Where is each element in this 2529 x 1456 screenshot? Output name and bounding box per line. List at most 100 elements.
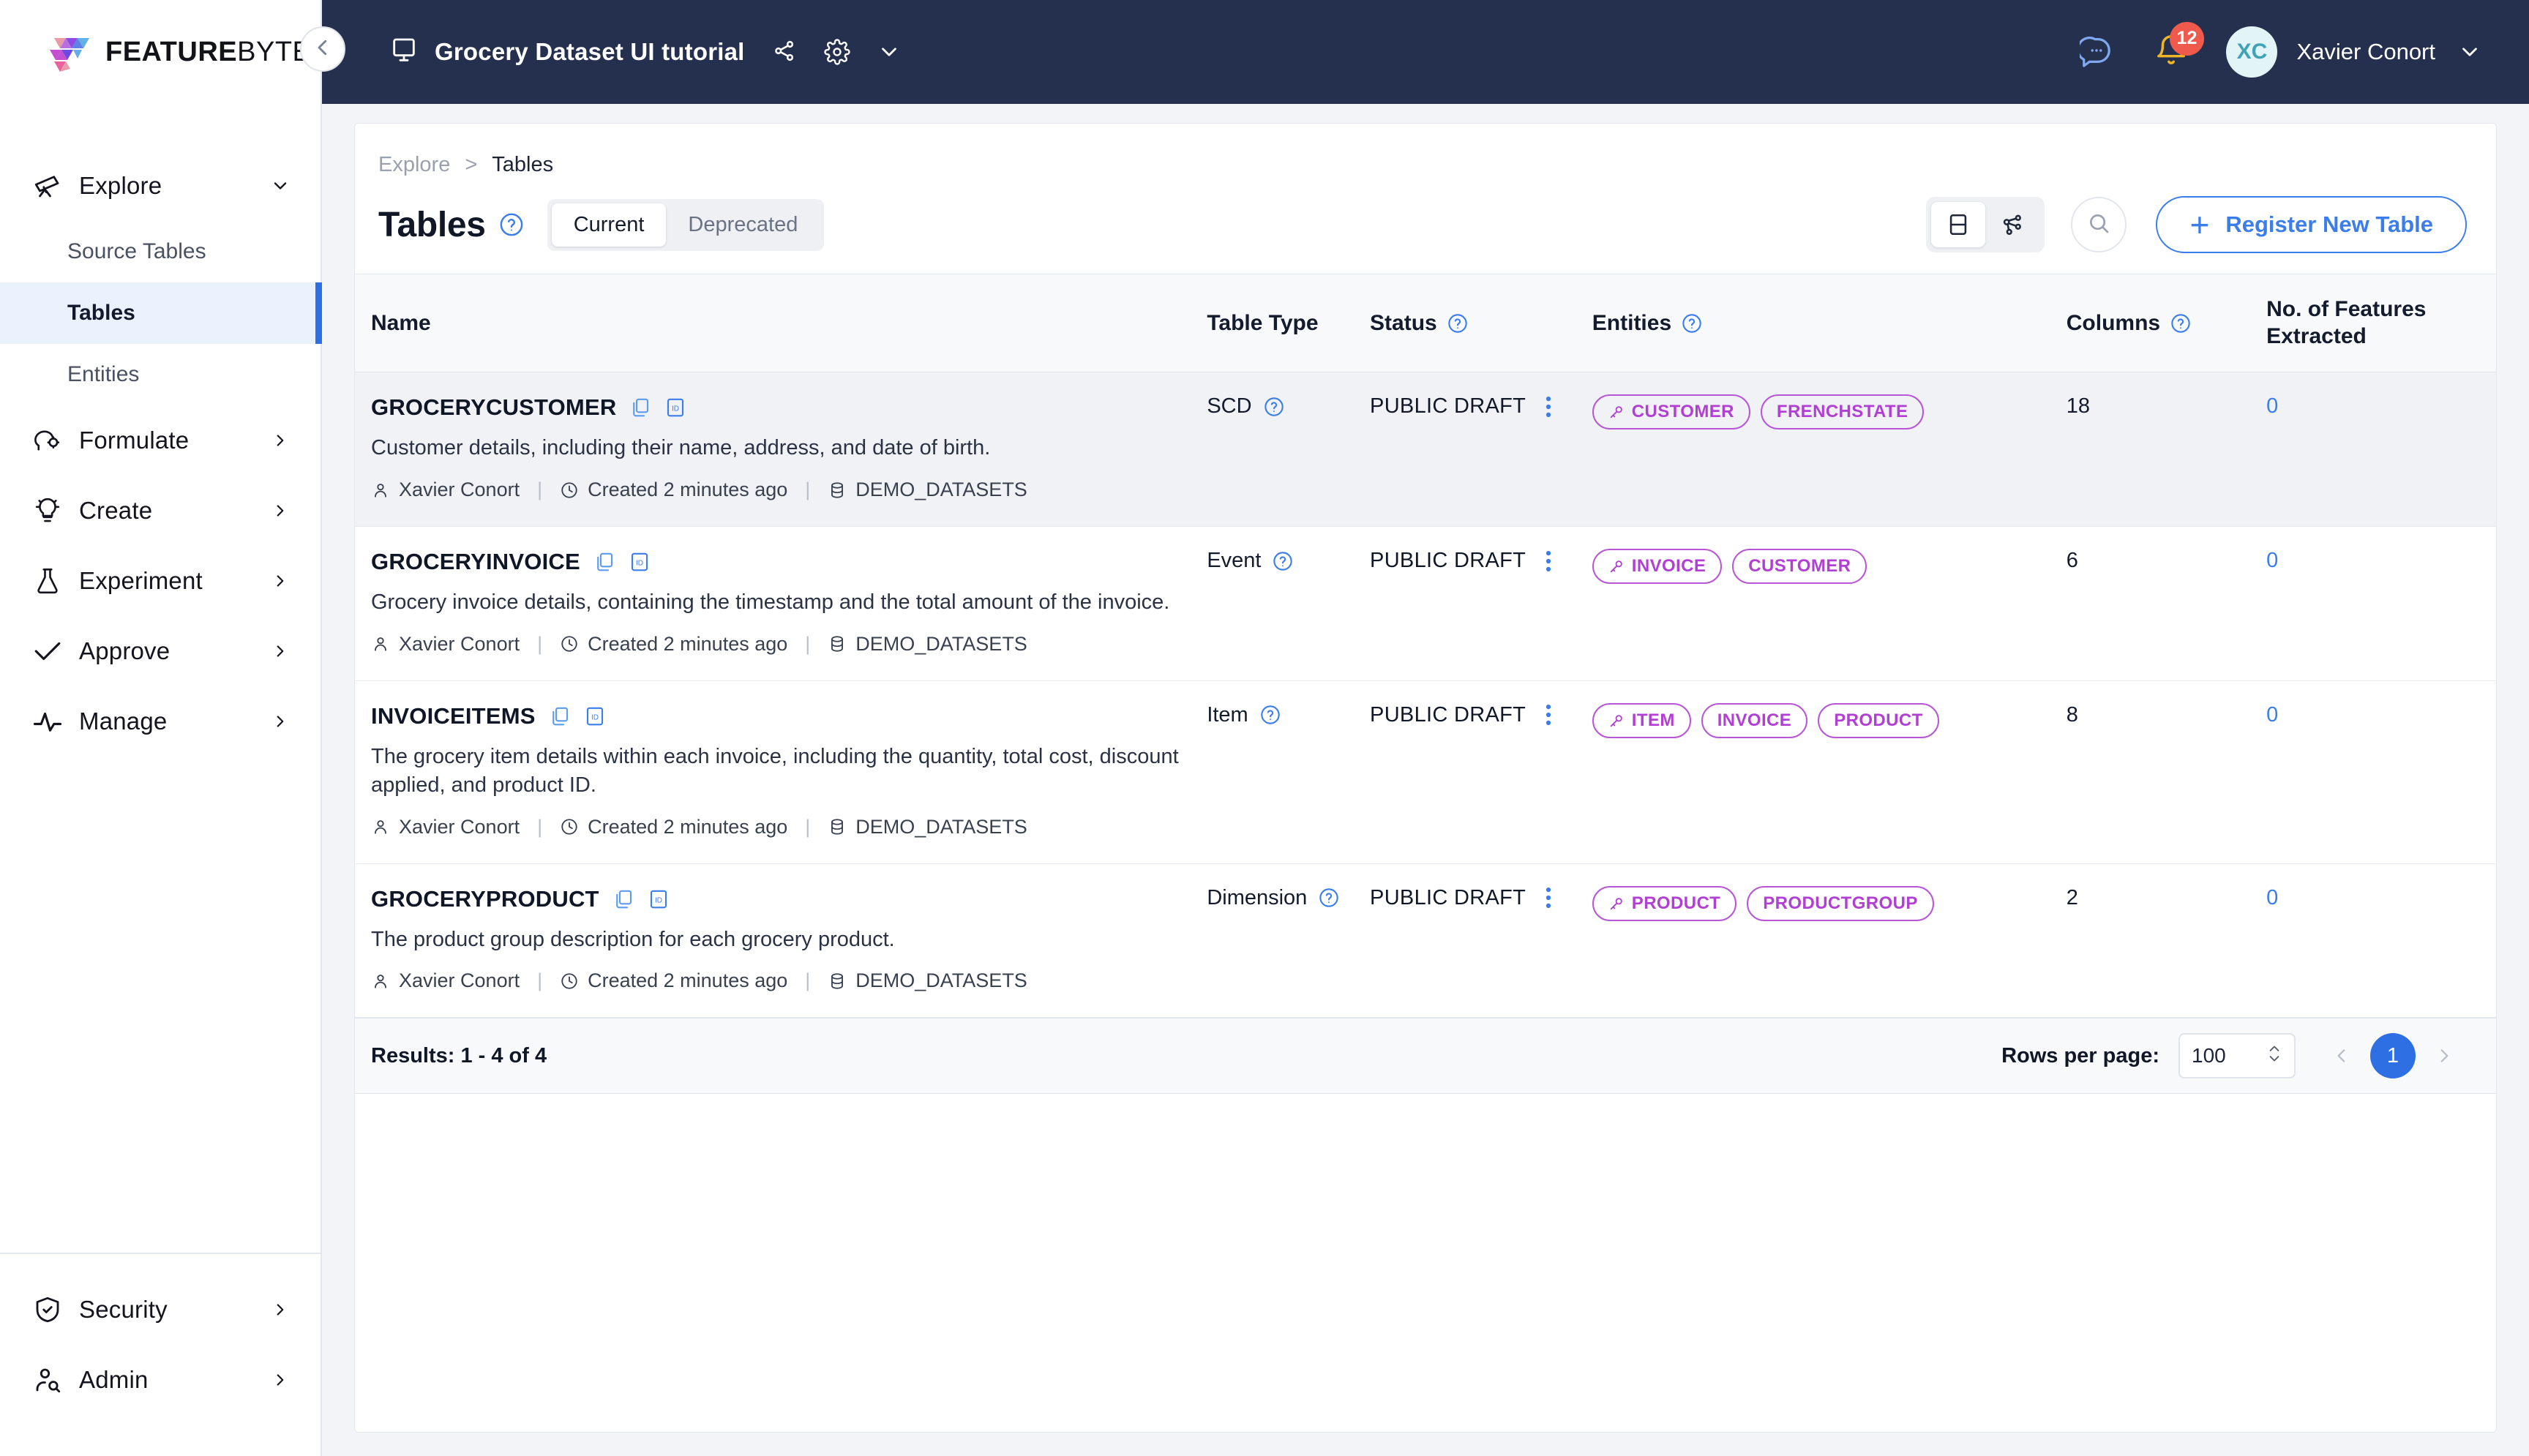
- meta-divider: |: [805, 969, 811, 992]
- id-icon[interactable]: ID: [648, 888, 670, 910]
- column-header-status[interactable]: Status: [1370, 273, 1592, 373]
- help-circle-icon[interactable]: [1264, 397, 1284, 417]
- table-name[interactable]: INVOICEITEMS: [371, 703, 536, 729]
- notifications-button[interactable]: 12: [2154, 21, 2205, 71]
- register-new-table-button[interactable]: + Register New Table: [2156, 196, 2467, 253]
- column-header-columns[interactable]: Columns: [2066, 273, 2267, 373]
- table-row[interactable]: GROCERYINVOICE ID Grocery invoice detail…: [355, 527, 2496, 681]
- bell-icon: [2154, 34, 2188, 70]
- rows-per-page-select[interactable]: 100: [2178, 1033, 2296, 1079]
- cell-name: GROCERYINVOICE ID Grocery invoice detail…: [355, 527, 1207, 681]
- kebab-menu-icon[interactable]: [1540, 887, 1556, 909]
- entity-chip[interactable]: PRODUCT: [1592, 885, 1737, 921]
- avatar[interactable]: XC: [2226, 26, 2278, 78]
- entity-chip[interactable]: INVOICE: [1701, 702, 1808, 738]
- id-icon[interactable]: ID: [629, 551, 651, 573]
- copy-icon[interactable]: [549, 705, 571, 727]
- sidebar-item-experiment[interactable]: Experiment: [0, 546, 321, 616]
- status-badge: PUBLIC DRAFT: [1370, 394, 1526, 419]
- sidebar-item-tables[interactable]: Tables: [0, 282, 322, 344]
- kebab-menu-icon[interactable]: [1540, 704, 1556, 726]
- table-name[interactable]: GROCERYCUSTOMER: [371, 394, 616, 421]
- chevron-down-icon[interactable]: [877, 40, 902, 64]
- sidebar-collapse-button[interactable]: [300, 26, 345, 72]
- brand-logo[interactable]: FEATUREBYTE: [0, 0, 321, 104]
- features-extracted-count[interactable]: 0: [2266, 549, 2278, 572]
- share-icon[interactable]: [771, 39, 798, 65]
- entity-chip[interactable]: PRODUCTGROUP: [1747, 885, 1934, 921]
- entity-chip[interactable]: CUSTOMER: [1732, 549, 1867, 585]
- sidebar-item-admin[interactable]: Admin: [0, 1345, 321, 1415]
- cell-features-extracted: 0: [2266, 863, 2496, 1018]
- help-circle-icon[interactable]: [499, 212, 524, 237]
- cell-entities: CUSTOMER FRENCHSTATE: [1592, 372, 2067, 527]
- features-extracted-count[interactable]: 0: [2266, 394, 2278, 418]
- help-circle-icon[interactable]: [1447, 313, 1468, 334]
- features-extracted-count[interactable]: 0: [2266, 886, 2278, 909]
- table-row[interactable]: INVOICEITEMS ID The grocery item details…: [355, 680, 2496, 864]
- entity-chip[interactable]: PRODUCT: [1818, 702, 1939, 738]
- copy-icon[interactable]: [629, 397, 651, 419]
- sidebar-item-formulate[interactable]: Formulate: [0, 405, 321, 476]
- graph-view-icon[interactable]: [1985, 202, 2039, 247]
- help-circle-icon[interactable]: [1319, 888, 1339, 908]
- created-text: Created 2 minutes ago: [588, 479, 788, 501]
- column-header-name[interactable]: Name: [355, 273, 1207, 373]
- column-header-features-extracted[interactable]: No. of Features Extracted: [2266, 273, 2496, 373]
- copy-icon[interactable]: [612, 888, 634, 910]
- tab-current[interactable]: Current: [551, 203, 667, 247]
- breadcrumb-parent[interactable]: Explore: [378, 153, 450, 177]
- meta-datasource: DEMO_DATASETS: [828, 816, 1027, 838]
- table-row[interactable]: GROCERYPRODUCT ID The product group desc…: [355, 863, 2496, 1018]
- chat-icon[interactable]: [2077, 34, 2113, 71]
- features-extracted-count[interactable]: 0: [2266, 703, 2278, 727]
- entity-label: FRENCHSTATE: [1776, 402, 1908, 422]
- help-circle-icon[interactable]: [1273, 551, 1293, 571]
- sidebar-item-manage[interactable]: Manage: [0, 686, 321, 757]
- sidebar-item-label: Experiment: [79, 567, 203, 594]
- sidebar-item-source-tables[interactable]: Source Tables: [0, 221, 321, 282]
- entity-chip[interactable]: FRENCHSTATE: [1760, 394, 1925, 430]
- column-header-entities[interactable]: Entities: [1592, 273, 2067, 373]
- copy-icon[interactable]: [593, 551, 615, 573]
- meta-datasource: DEMO_DATASETS: [828, 479, 1027, 501]
- table-row[interactable]: GROCERYCUSTOMER ID Customer details, inc…: [355, 372, 2496, 527]
- help-circle-icon[interactable]: [1260, 705, 1281, 725]
- search-icon: [2086, 211, 2111, 239]
- tab-deprecated[interactable]: Deprecated: [666, 203, 820, 247]
- datasource-name: DEMO_DATASETS: [855, 969, 1027, 992]
- entity-chip[interactable]: INVOICE: [1592, 549, 1723, 585]
- column-header-table-type[interactable]: Table Type: [1207, 273, 1371, 373]
- tables-panel: Explore > Tables Tables Current Deprecat…: [354, 123, 2497, 1433]
- chevron-left-icon: [312, 37, 334, 62]
- sidebar-item-security[interactable]: Security: [0, 1275, 321, 1345]
- entity-chip[interactable]: ITEM: [1592, 702, 1691, 738]
- kebab-menu-icon[interactable]: [1540, 396, 1556, 418]
- user-name: Xavier Conort: [2296, 39, 2435, 64]
- table-type-value: SCD: [1207, 394, 1252, 419]
- sidebar-item-explore[interactable]: Explore: [0, 151, 321, 221]
- search-button[interactable]: [2071, 197, 2127, 252]
- table-meta: Xavier Conort | Created 2 minutes ago |: [371, 969, 1207, 992]
- entity-chip[interactable]: CUSTOMER: [1592, 394, 1750, 430]
- table-name[interactable]: GROCERYINVOICE: [371, 549, 580, 575]
- table-view-icon[interactable]: [1931, 202, 1986, 247]
- next-page-button[interactable]: [2421, 1033, 2467, 1078]
- gear-icon[interactable]: [823, 39, 850, 65]
- help-circle-icon[interactable]: [1682, 313, 1702, 334]
- sidebar-item-approve[interactable]: Approve: [0, 616, 321, 686]
- id-icon[interactable]: ID: [664, 397, 686, 419]
- tables-list: Name Table Type Status Entities Columns …: [355, 273, 2496, 1018]
- id-icon[interactable]: ID: [584, 705, 606, 727]
- prev-page-button[interactable]: [2319, 1033, 2364, 1078]
- chevron-down-icon[interactable]: [2457, 40, 2482, 64]
- table-name[interactable]: GROCERYPRODUCT: [371, 886, 599, 912]
- page-number-button[interactable]: 1: [2370, 1033, 2416, 1079]
- sidebar-item-create[interactable]: Create: [0, 476, 321, 546]
- meta-created: Created 2 minutes ago: [560, 633, 787, 656]
- sidebar-item-entities[interactable]: Entities: [0, 344, 321, 405]
- kebab-menu-icon[interactable]: [1540, 550, 1556, 572]
- meta-datasource: DEMO_DATASETS: [828, 633, 1027, 656]
- breadcrumb-current: Tables: [492, 153, 554, 176]
- help-circle-icon[interactable]: [2170, 313, 2191, 334]
